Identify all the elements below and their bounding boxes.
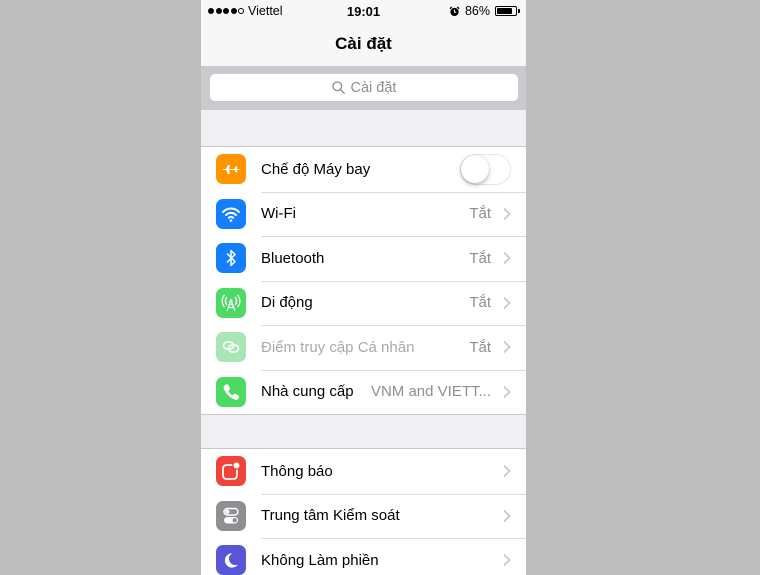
row-label: Chế độ Máy bay bbox=[261, 160, 371, 178]
battery-percent: 86% bbox=[464, 4, 490, 18]
wifi-icon bbox=[216, 198, 246, 229]
settings-row-airplane-mode[interactable]: Chế độ Máy bay bbox=[201, 147, 526, 192]
settings-row-notifications[interactable]: Thông báo bbox=[201, 449, 526, 494]
page-title: Cài đặt bbox=[335, 34, 392, 53]
row-label: Không Làm phiền bbox=[261, 551, 379, 569]
phone-icon bbox=[216, 376, 246, 407]
row-value: Tắt bbox=[469, 249, 491, 267]
row-value: Tắt bbox=[469, 294, 491, 312]
row-label: Di động bbox=[261, 294, 313, 312]
toggle-knob[interactable] bbox=[461, 154, 489, 183]
row-value: Tắt bbox=[469, 205, 491, 223]
chevron-right-icon bbox=[503, 385, 511, 398]
row-value: VNM and VIETT... bbox=[370, 383, 491, 401]
row-label: Wi-Fi bbox=[261, 205, 296, 223]
row-label: Bluetooth bbox=[261, 249, 325, 267]
search-input[interactable]: Cài đặt bbox=[210, 74, 518, 101]
search-bar-container: Cài đặt bbox=[201, 66, 526, 110]
phone-screen: Viettel 19:01 86% Cài đặt Cài đặt Chế độ… bbox=[201, 0, 526, 575]
chevron-right-icon bbox=[503, 465, 511, 478]
settings-row-control-center[interactable]: Trung tâm Kiểm soát bbox=[201, 493, 526, 539]
personal-hotspot-icon bbox=[216, 332, 246, 363]
settings-section-system: Thông báo Trung tâm Kiểm soát Không Làm … bbox=[201, 448, 526, 575]
status-bar: Viettel 19:01 86% bbox=[201, 0, 526, 22]
chevron-right-icon bbox=[503, 341, 511, 354]
row-label: Trung tâm Kiểm soát bbox=[261, 507, 400, 525]
battery-icon bbox=[495, 6, 520, 16]
airplane-icon bbox=[216, 154, 246, 185]
chevron-right-icon bbox=[503, 207, 511, 220]
status-right: 86% bbox=[449, 4, 520, 18]
cellular-antenna-icon bbox=[216, 287, 246, 318]
settings-row-wifi[interactable]: Wi-Fi Tắt bbox=[201, 191, 526, 237]
settings-row-personal-hotspot[interactable]: Điểm truy cập Cá nhân Tắt bbox=[201, 325, 526, 370]
control-center-icon bbox=[216, 500, 246, 531]
settings-row-cellular[interactable]: Di động Tắt bbox=[201, 280, 526, 326]
row-label: Thông báo bbox=[261, 462, 333, 480]
search-placeholder: Cài đặt bbox=[350, 79, 397, 96]
navigation-bar: Cài đặt bbox=[201, 22, 526, 66]
settings-section-connectivity: Chế độ Máy bay Wi-Fi Tắt Bluetooth Tắt D… bbox=[201, 146, 526, 415]
search-icon bbox=[331, 81, 345, 94]
row-value: Tắt bbox=[469, 338, 491, 356]
chevron-right-icon bbox=[503, 296, 511, 309]
chevron-right-icon bbox=[503, 509, 511, 522]
notifications-icon bbox=[216, 456, 246, 487]
settings-row-do-not-disturb[interactable]: Không Làm phiền bbox=[201, 538, 526, 575]
settings-row-carrier[interactable]: Nhà cung cấp VNM and VIETT... bbox=[201, 369, 526, 415]
row-label: Nhà cung cấp bbox=[261, 383, 354, 401]
chevron-right-icon bbox=[503, 554, 511, 567]
airplane-mode-toggle[interactable] bbox=[460, 153, 511, 185]
settings-row-bluetooth[interactable]: Bluetooth Tắt bbox=[201, 236, 526, 281]
moon-icon bbox=[216, 545, 246, 575]
alarm-clock-icon bbox=[449, 5, 460, 16]
chevron-right-icon bbox=[503, 252, 511, 265]
row-label: Điểm truy cập Cá nhân bbox=[261, 338, 415, 356]
bluetooth-icon bbox=[216, 243, 246, 274]
